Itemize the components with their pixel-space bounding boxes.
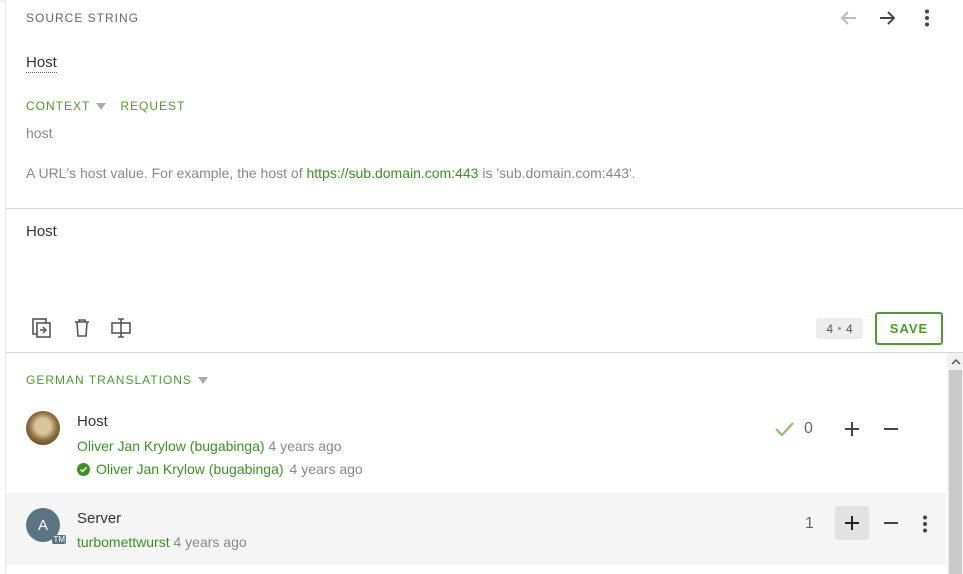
downvote-button[interactable] bbox=[878, 416, 904, 442]
plus-icon bbox=[845, 422, 859, 436]
source-tabs: CONTEXT REQUEST bbox=[26, 99, 185, 113]
translation-author-line: Oliver Jan Krylow (bugabinga) 4 years ag… bbox=[77, 438, 342, 454]
arrow-left-icon bbox=[840, 11, 856, 25]
upvote-button[interactable] bbox=[839, 416, 865, 442]
approver-link[interactable]: Oliver Jan Krylow (bugabinga) bbox=[96, 461, 284, 477]
minus-icon bbox=[884, 428, 898, 430]
more-options-button[interactable] bbox=[915, 6, 939, 30]
minus-icon bbox=[884, 522, 898, 524]
counter-separator bbox=[838, 327, 841, 330]
comment-link[interactable]: https://sub.domain.com:443 bbox=[306, 165, 478, 181]
scrollbar[interactable] bbox=[947, 353, 963, 574]
timestamp: 4 years ago bbox=[289, 461, 363, 477]
check-icon bbox=[775, 422, 794, 437]
translation-text[interactable]: Server bbox=[77, 510, 121, 527]
upvote-button[interactable] bbox=[835, 506, 869, 540]
author-link[interactable]: Oliver Jan Krylow (bugabinga) bbox=[77, 438, 265, 454]
trash-icon bbox=[75, 319, 89, 337]
source-comment: A URL's host value. For example, the hos… bbox=[26, 165, 636, 181]
chevron-down-icon[interactable] bbox=[96, 102, 107, 110]
comment-text: A URL's host value. For example, the hos… bbox=[26, 165, 307, 181]
special-characters-button[interactable] bbox=[109, 316, 133, 340]
list-item: A TM Server turbomettwurst 4 years ago 1 bbox=[6, 493, 946, 565]
divider bbox=[6, 352, 963, 353]
translation-editor-panel: SOURCE STRING Host CONTEXT REQUEST host … bbox=[5, 0, 963, 574]
arrow-right-icon bbox=[880, 11, 896, 25]
source-string-text[interactable]: Host bbox=[26, 54, 57, 73]
translations-header[interactable]: GERMAN TRANSLATIONS bbox=[26, 373, 208, 387]
translation-author-line: turbomettwurst 4 years ago bbox=[77, 534, 247, 550]
save-button[interactable]: SAVE bbox=[875, 312, 943, 345]
copy-icon bbox=[32, 318, 51, 338]
more-vert-icon bbox=[925, 9, 929, 27]
scroll-up-button[interactable] bbox=[947, 353, 963, 370]
tab-context[interactable]: CONTEXT bbox=[26, 99, 90, 113]
avatar[interactable]: A TM bbox=[26, 508, 66, 544]
source-string-header: SOURCE STRING bbox=[26, 11, 140, 25]
translations-header-label: GERMAN TRANSLATIONS bbox=[26, 373, 192, 387]
downvote-button[interactable] bbox=[878, 510, 904, 536]
comment-text-end: is 'sub.domain.com:443'. bbox=[478, 165, 636, 181]
clear-button[interactable] bbox=[70, 316, 94, 340]
chevron-down-icon bbox=[197, 376, 208, 384]
vote-count: 0 bbox=[804, 420, 813, 437]
avatar-badge: TM bbox=[52, 535, 66, 544]
next-string-button[interactable] bbox=[875, 6, 899, 30]
context-value: host bbox=[26, 125, 53, 141]
translation-editor-input[interactable]: Host bbox=[26, 223, 57, 240]
translation-text[interactable]: Host bbox=[77, 413, 108, 430]
chevron-up-icon bbox=[950, 358, 961, 365]
more-vert-icon bbox=[923, 515, 927, 533]
divider bbox=[6, 208, 963, 209]
previous-string-button[interactable] bbox=[837, 6, 861, 30]
tab-request[interactable]: REQUEST bbox=[120, 99, 185, 113]
approve-button[interactable] bbox=[773, 418, 795, 440]
vote-count: 1 bbox=[805, 515, 814, 532]
avatar-initial: A bbox=[37, 516, 48, 534]
approved-icon bbox=[77, 462, 90, 476]
translation-more-button[interactable] bbox=[915, 511, 935, 537]
plus-icon bbox=[845, 516, 859, 530]
counter-source: 4 bbox=[826, 321, 833, 336]
timestamp: 4 years ago bbox=[268, 438, 342, 454]
copy-button[interactable] bbox=[30, 316, 54, 340]
scrollbar-thumb[interactable] bbox=[949, 370, 962, 574]
timestamp: 4 years ago bbox=[173, 534, 247, 550]
avatar[interactable] bbox=[26, 411, 60, 445]
approval-line: Oliver Jan Krylow (bugabinga) 4 years ag… bbox=[77, 461, 363, 477]
counter-translation: 4 bbox=[846, 321, 853, 336]
author-link[interactable]: turbomettwurst bbox=[77, 534, 170, 550]
special-chars-icon bbox=[111, 318, 131, 338]
character-counter: 4 4 bbox=[816, 318, 863, 339]
